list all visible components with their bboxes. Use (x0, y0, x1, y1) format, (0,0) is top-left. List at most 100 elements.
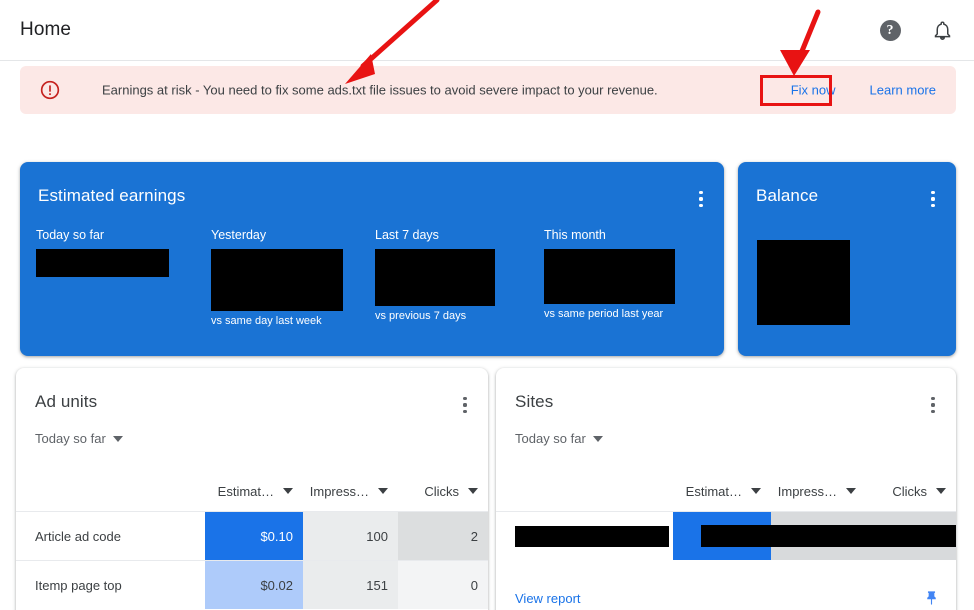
earnings-at-risk-alert: Earnings at risk - You need to fix some … (20, 66, 956, 114)
estimated-earnings-card: Estimated earnings Today so far Yesterda… (20, 162, 724, 356)
chevron-down-icon (936, 488, 946, 494)
cell-site-name (496, 512, 673, 560)
cell-clicks: 2 (398, 512, 488, 560)
column-header-impressions[interactable]: Impress… (303, 471, 398, 511)
ad-units-menu-button[interactable] (452, 392, 478, 418)
column-label: Impress… (777, 483, 837, 499)
table-row[interactable]: Itemp page top $0.02 151 0 (16, 560, 488, 609)
table-header-row: Estimat… Impress… Clicks (496, 471, 956, 511)
notifications-button[interactable] (926, 14, 958, 46)
page-title: Home (20, 19, 72, 40)
balance-title: Balance (756, 186, 819, 205)
sites-date-range-selector[interactable]: Today so far (515, 431, 603, 446)
column-header-clicks[interactable]: Clicks (398, 471, 488, 511)
kebab-dot (699, 191, 703, 195)
estimated-earnings-menu-button[interactable] (688, 186, 714, 212)
chevron-down-icon (378, 488, 388, 494)
balance-card: Balance (738, 162, 956, 356)
balance-menu-button[interactable] (920, 186, 946, 212)
column-header-impressions[interactable]: Impress… (771, 471, 866, 511)
column-header-name (496, 471, 673, 511)
date-range-label: Today so far (35, 431, 106, 446)
kebab-dot (931, 403, 935, 407)
chevron-down-icon (592, 435, 603, 442)
column-label: Estimat… (685, 483, 742, 499)
cell-impressions: 151 (303, 561, 398, 609)
metric-label: Yesterday (211, 228, 267, 242)
fix-now-button[interactable]: Fix now (785, 79, 842, 102)
metric-label: Last 7 days (375, 228, 439, 242)
chevron-down-icon (846, 488, 856, 494)
sites-card: Sites Today so far Estimat… Impress… Cli… (496, 368, 956, 610)
redacted-value (544, 249, 675, 304)
table-row[interactable]: Article ad code $0.10 100 2 (16, 511, 488, 560)
kebab-dot (931, 197, 935, 201)
estimated-earnings-title: Estimated earnings (38, 186, 186, 205)
pin-icon[interactable] (923, 590, 940, 607)
metric-label: Today so far (36, 228, 105, 242)
kebab-dot (931, 191, 935, 195)
cell-impressions: 100 (303, 512, 398, 560)
metric-sublabel: vs same period last year (544, 308, 664, 320)
metric-sublabel: vs previous 7 days (375, 310, 467, 322)
metric-yesterday: Yesterday vs same day last week (211, 228, 375, 327)
column-label: Clicks (424, 483, 459, 499)
column-header-name (16, 471, 205, 511)
kebab-dot (931, 203, 935, 207)
column-label: Clicks (892, 483, 927, 499)
column-header-estimated-earnings[interactable]: Estimat… (205, 471, 303, 511)
sites-title: Sites (515, 392, 554, 411)
redacted-value (211, 249, 343, 311)
sites-card-footer: View report (496, 576, 956, 610)
cell-ad-unit-name: Article ad code (35, 528, 121, 544)
kebab-dot (699, 197, 703, 201)
metric-sublabel: vs same day last week (211, 315, 322, 327)
redacted-balance-value (757, 240, 850, 325)
ad-units-title: Ad units (35, 392, 98, 411)
bell-icon (934, 20, 950, 40)
kebab-dot (931, 397, 935, 401)
table-row[interactable] (496, 511, 956, 560)
sites-table: Estimat… Impress… Clicks (496, 471, 956, 560)
help-circle-icon: ? (879, 19, 901, 41)
sites-menu-button[interactable] (920, 392, 946, 418)
top-bar: Home ? (0, 0, 974, 61)
cell-estimated-earnings: $0.10 (205, 512, 303, 560)
learn-more-link[interactable]: Learn more (864, 79, 942, 102)
kebab-dot (463, 397, 467, 401)
kebab-dot (463, 403, 467, 407)
help-button[interactable]: ? (874, 14, 906, 46)
kebab-dot (463, 409, 467, 413)
alert-actions: Fix now Learn more (785, 79, 942, 102)
chevron-down-icon (112, 435, 123, 442)
alert-message: Earnings at risk - You need to fix some … (102, 82, 658, 98)
ad-units-date-range-selector[interactable]: Today so far (35, 431, 123, 446)
view-report-link[interactable]: View report (515, 591, 581, 606)
table-header-row: Estimat… Impress… Clicks (16, 471, 488, 511)
redacted-value (701, 525, 956, 547)
ad-units-card: Ad units Today so far Estimat… Impress… (16, 368, 488, 610)
ad-units-table: Estimat… Impress… Clicks Article ad code… (16, 471, 488, 609)
cell-estimated-earnings: $0.02 (205, 561, 303, 609)
metric-last-7-days: Last 7 days vs previous 7 days (375, 228, 544, 327)
adsense-home-page: Home ? Earnings at risk - You need to fi… (0, 0, 974, 610)
cell-clicks: 0 (398, 561, 488, 609)
earnings-metrics: Today so far Yesterday vs same day last … (36, 228, 719, 327)
kebab-dot (931, 409, 935, 413)
metric-label: This month (544, 228, 606, 242)
column-label: Impress… (309, 483, 369, 499)
redacted-value (515, 525, 669, 547)
date-range-label: Today so far (515, 431, 586, 446)
kebab-dot (699, 203, 703, 207)
column-label: Estimat… (217, 483, 274, 499)
redacted-value (36, 249, 169, 277)
top-bar-actions: ? (874, 14, 958, 46)
column-header-estimated-earnings[interactable]: Estimat… (673, 471, 771, 511)
chevron-down-icon (283, 488, 293, 494)
cell-ad-unit-name: Itemp page top (35, 577, 122, 593)
redacted-value (375, 249, 495, 306)
metric-today-so-far: Today so far (36, 228, 211, 327)
metric-this-month: This month vs same period last year (544, 228, 719, 327)
column-header-clicks[interactable]: Clicks (866, 471, 956, 511)
chevron-down-icon (751, 488, 761, 494)
